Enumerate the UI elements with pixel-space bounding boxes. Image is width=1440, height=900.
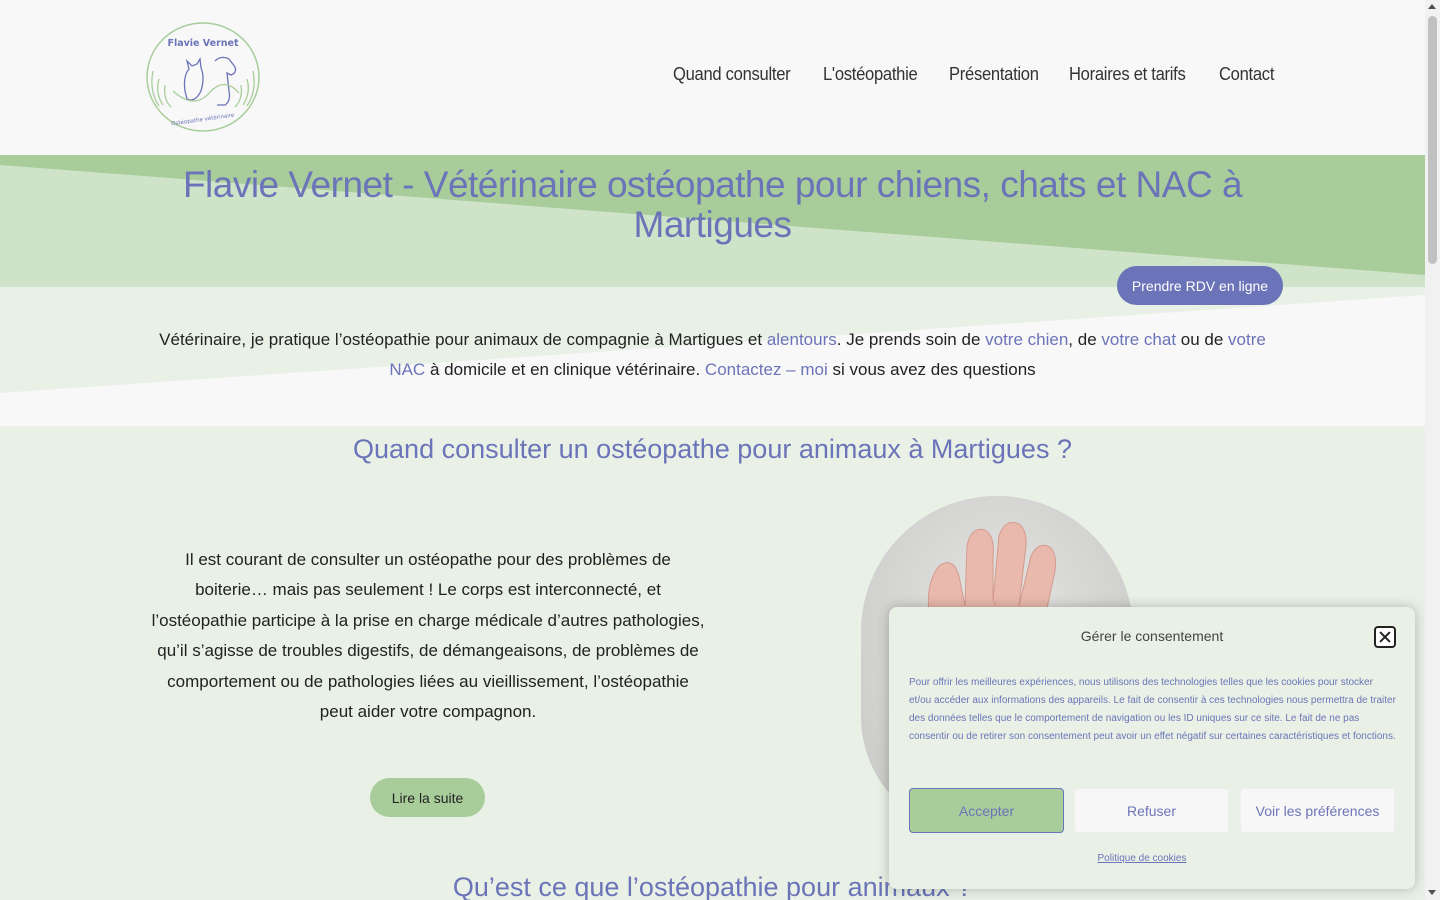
nav-item-horaires-tarifs[interactable]: Horaires et tarifs — [1069, 64, 1186, 85]
book-appointment-button[interactable]: Prendre RDV en ligne — [1117, 266, 1283, 305]
cookie-policy-link[interactable]: Politique de cookies — [889, 853, 1395, 864]
nav-item-osteopathie[interactable]: L'ostéopathie — [823, 64, 918, 85]
scroll-thumb[interactable] — [1428, 16, 1437, 264]
nav-item-presentation[interactable]: Présentation — [949, 64, 1039, 85]
link-alentours[interactable]: alentours — [767, 330, 837, 349]
intro-text-part: Vétérinaire, je pratique l’ostéopathie p… — [159, 330, 767, 349]
intro-text-part: , de — [1068, 330, 1102, 349]
nav-item-quand-consulter[interactable]: Quand consulter — [673, 64, 791, 85]
page-title: Flavie Vernet - Vétérinaire ostéopathe p… — [182, 164, 1243, 245]
page-scrollbar[interactable] — [1425, 0, 1440, 900]
view-preferences-button[interactable]: Voir les préférences — [1240, 788, 1395, 833]
cookie-consent-dialog: Gérer le consentement Pour offrir les me… — [889, 607, 1415, 889]
intro-text-part: si vous avez des questions — [827, 360, 1036, 379]
link-votre-chat[interactable]: votre chat — [1101, 330, 1176, 349]
logo-emblem-icon: Flavie Vernet Ostéopathe vétérinaire — [146, 22, 260, 132]
link-votre-chien[interactable]: votre chien — [985, 330, 1068, 349]
logo-name: Flavie Vernet — [167, 38, 239, 49]
site-logo[interactable]: Flavie Vernet Ostéopathe vétérinaire — [145, 21, 261, 134]
refuse-cookies-button[interactable]: Refuser — [1074, 788, 1229, 833]
section-title: Quand consulter un ostéopathe pour anima… — [353, 434, 1072, 464]
section-text: Il est courant de consulter un ostéopath… — [151, 550, 705, 722]
nav-item-contact[interactable]: Contact — [1219, 64, 1274, 85]
scroll-up-arrow-icon[interactable] — [1428, 4, 1436, 9]
hero-section: Flavie Vernet - Vétérinaire ostéopathe p… — [0, 155, 1425, 426]
scroll-down-arrow-icon[interactable] — [1428, 890, 1436, 895]
accept-cookies-button[interactable]: Accepter — [909, 788, 1064, 833]
logo-tagline: Ostéopathe vétérinaire — [171, 112, 236, 128]
site-header: Flavie Vernet Ostéopathe vétérinaire Qua… — [0, 0, 1425, 155]
main-nav: Quand consulter L'ostéopathie Présentati… — [673, 64, 1279, 85]
intro-text-part: à domicile et en clinique vétérinaire. — [425, 360, 705, 379]
intro-text-part: . Je prends soin de — [836, 330, 986, 349]
link-contactez-moi[interactable]: Contactez – moi — [705, 360, 828, 379]
intro-text-part: ou de — [1176, 330, 1229, 349]
close-icon[interactable] — [1374, 626, 1396, 648]
cookie-title: Gérer le consentement — [1080, 628, 1224, 644]
cookie-description: Pour offrir les meilleures expériences, … — [909, 677, 1396, 742]
read-more-button[interactable]: Lire la suite — [370, 778, 485, 817]
hero-intro-text: Vétérinaire, je pratique l’ostéopathie p… — [150, 325, 1275, 385]
